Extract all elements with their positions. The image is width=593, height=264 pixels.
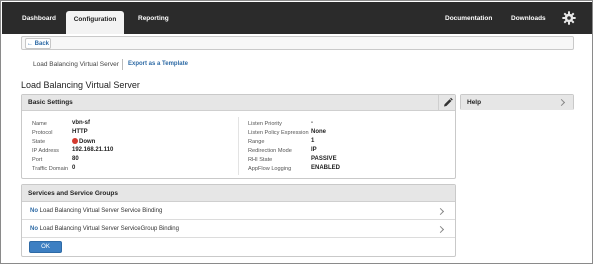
help-title: Help	[467, 99, 482, 106]
state-value: Down	[72, 138, 95, 145]
servicegroup-binding-text: Load Balancing Virtual Server ServiceGro…	[39, 226, 179, 232]
status-down-icon	[72, 138, 78, 144]
redirection-mode-value: IP	[311, 147, 317, 153]
servicegroup-binding-count: No	[30, 226, 38, 232]
listen-policy-value: None	[311, 129, 326, 135]
traffic-domain-label: Traffic Domain	[32, 166, 69, 172]
listen-priority-value: -	[311, 120, 313, 126]
chevron-right-icon	[436, 225, 445, 234]
range-value: 1	[311, 138, 315, 144]
back-button[interactable]: ← Back	[25, 38, 51, 49]
page-title: Load Balancing Virtual Server	[21, 80, 140, 90]
app-window: Dashboard Configuration Reporting Docume…	[0, 0, 593, 264]
tab-reporting[interactable]: Reporting	[138, 2, 169, 33]
service-binding-text: Load Balancing Virtual Server Service Bi…	[39, 208, 163, 214]
breadcrumb-divider	[122, 59, 123, 70]
rhi-state-value: PASSIVE	[311, 156, 337, 162]
documentation-link[interactable]: Documentation	[445, 2, 492, 33]
basic-settings-header: Basic Settings	[22, 95, 455, 111]
downloads-link[interactable]: Downloads	[511, 2, 546, 33]
ip-address-label: IP Address	[32, 148, 59, 154]
services-title: Services and Service Groups	[28, 190, 118, 197]
tab-configuration[interactable]: Configuration	[66, 11, 124, 34]
port-label: Port	[32, 157, 43, 163]
state-text: Down	[79, 139, 96, 145]
redirection-mode-label: Redirection Mode	[248, 148, 292, 154]
basic-settings-panel: Basic Settings Name vbn-sf Protocol HTTP…	[21, 94, 456, 179]
listen-policy-label: Listen Policy Expression	[248, 130, 309, 136]
help-header: Help	[461, 95, 573, 110]
top-navigation-bar: Dashboard Configuration Reporting Docume…	[2, 2, 592, 34]
services-panel: Services and Service Groups No Load Bala…	[21, 184, 456, 257]
ok-button[interactable]: OK	[29, 241, 62, 253]
protocol-label: Protocol	[32, 130, 53, 136]
help-panel[interactable]: Help	[460, 94, 574, 110]
service-binding-count: No	[30, 208, 38, 214]
servicegroup-binding-row[interactable]: No Load Balancing Virtual Server Service…	[22, 221, 455, 238]
service-binding-row[interactable]: No Load Balancing Virtual Server Service…	[22, 203, 455, 220]
name-value: vbn-sf	[72, 120, 90, 126]
rhi-state-label: RHI State	[248, 157, 273, 163]
traffic-domain-value: 0	[72, 165, 76, 171]
basic-settings-title: Basic Settings	[28, 99, 73, 106]
services-header: Services and Service Groups	[22, 185, 455, 202]
column-divider	[238, 117, 239, 175]
export-template-link[interactable]: Export as a Template	[128, 61, 188, 67]
chevron-right-icon	[436, 207, 445, 216]
range-label: Range	[248, 139, 265, 145]
listen-priority-label: Listen Priority	[248, 121, 282, 127]
appflow-logging-label: AppFlow Logging	[248, 166, 292, 172]
back-bar: ← Back	[21, 36, 574, 50]
state-label: State	[32, 139, 46, 145]
ip-address-value: 192.168.21.110	[72, 147, 114, 153]
tab-dashboard[interactable]: Dashboard	[22, 2, 56, 33]
appflow-logging-value: ENABLED	[311, 165, 341, 171]
name-label: Name	[32, 121, 47, 127]
port-value: 80	[72, 156, 79, 162]
breadcrumb-current: Load Balancing Virtual Server	[33, 61, 119, 68]
edit-button[interactable]	[438, 95, 455, 111]
gear-icon[interactable]	[561, 10, 577, 26]
chevron-right-icon	[557, 98, 566, 107]
pencil-icon	[444, 97, 453, 107]
protocol-value: HTTP	[72, 129, 88, 135]
